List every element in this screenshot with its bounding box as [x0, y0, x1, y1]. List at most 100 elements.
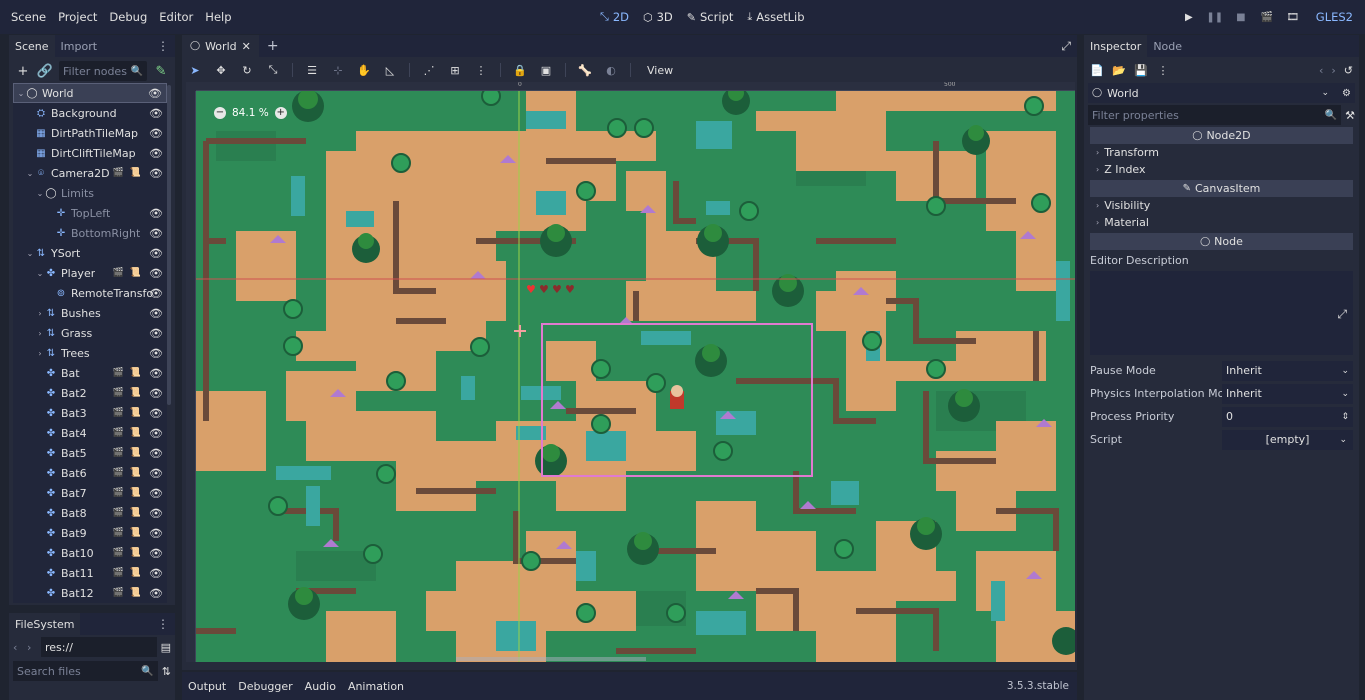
- script-icon[interactable]: 📜: [130, 588, 141, 598]
- tree-item-bat9[interactable]: ✤ Bat9 🎬 📜 👁: [13, 523, 167, 543]
- script-icon[interactable]: 📜: [130, 468, 141, 478]
- tree-item-bat2[interactable]: ✤ Bat2 🎬 📜 👁: [13, 383, 167, 403]
- add-node-icon[interactable]: +: [15, 63, 31, 79]
- tree-item-dirtpathtilemap[interactable]: ▦ DirtPathTileMap 👁: [13, 123, 167, 143]
- camera-override-icon[interactable]: ◐: [604, 63, 618, 77]
- visibility-eye-icon[interactable]: 👁: [149, 107, 163, 120]
- history-back-icon[interactable]: ‹: [1319, 64, 1323, 77]
- visibility-eye-icon[interactable]: 👁: [149, 307, 163, 320]
- pan-tool-icon[interactable]: ✋: [357, 63, 371, 77]
- more-options-icon[interactable]: ⋮: [1156, 63, 1170, 77]
- visibility-eye-icon[interactable]: 👁: [149, 387, 163, 400]
- zoom-in-icon[interactable]: +: [274, 107, 287, 119]
- search-files-input[interactable]: Search files 🔍: [13, 661, 158, 681]
- link-icon[interactable]: 🔗: [37, 63, 53, 79]
- chevron-down-icon[interactable]: ⌄: [25, 249, 35, 258]
- visibility-eye-icon[interactable]: 👁: [149, 227, 163, 240]
- rotate-tool-icon[interactable]: ↻: [240, 63, 254, 77]
- visibility-eye-icon[interactable]: 👁: [149, 507, 163, 520]
- fullscreen-icon[interactable]: ⤢: [1061, 39, 1071, 54]
- tab-audio[interactable]: Audio: [299, 680, 342, 693]
- open-resource-icon[interactable]: 📂: [1112, 63, 1126, 77]
- view-menu[interactable]: View: [643, 64, 677, 77]
- filter-nodes-input[interactable]: Filter nodes 🔍: [59, 61, 147, 81]
- scene-tree-scrollbar[interactable]: [167, 85, 171, 405]
- tree-item-bushes[interactable]: › ⇅ Bushes 👁: [13, 303, 167, 323]
- visibility-eye-icon[interactable]: 👁: [149, 407, 163, 420]
- renderer-select[interactable]: GLES2: [1316, 10, 1353, 24]
- save-resource-icon[interactable]: 💾: [1134, 63, 1148, 77]
- select-tool-icon[interactable]: ➤: [188, 63, 202, 77]
- chevron-right-icon[interactable]: ›: [35, 349, 45, 358]
- attach-script-icon[interactable]: ✎: [153, 63, 169, 79]
- visibility-eye-icon[interactable]: 👁: [149, 567, 163, 580]
- menu-dots-icon[interactable]: ⋮: [157, 39, 169, 53]
- instance-icon[interactable]: 🎬: [113, 588, 124, 598]
- new-resource-icon[interactable]: 📄: [1090, 63, 1104, 77]
- play-custom-scene-icon[interactable]: 🎞: [1286, 10, 1300, 24]
- tree-item-remotetransfo[interactable]: ⊚ RemoteTransfo 👁: [13, 283, 167, 303]
- chevron-down-icon[interactable]: ⌄: [25, 169, 35, 178]
- script-icon[interactable]: 📜: [130, 428, 141, 438]
- fs-path-input[interactable]: res://: [41, 637, 157, 657]
- chevron-right-icon[interactable]: ›: [35, 309, 45, 318]
- group-icon[interactable]: ▣: [539, 63, 553, 77]
- tree-item-bottomright[interactable]: ✛ BottomRight 👁: [13, 223, 167, 243]
- instance-icon[interactable]: 🎬: [113, 428, 124, 438]
- tree-item-world[interactable]: ⌄ ◯ World 👁: [13, 83, 167, 103]
- stop-icon[interactable]: ■: [1234, 10, 1248, 24]
- instance-icon[interactable]: 🎬: [113, 548, 124, 558]
- visibility-eye-icon[interactable]: 👁: [149, 427, 163, 440]
- visibility-eye-icon[interactable]: 👁: [149, 267, 163, 280]
- tab-debugger[interactable]: Debugger: [232, 680, 298, 693]
- tree-item-ysort[interactable]: ⌄ ⇅ YSort 👁: [13, 243, 167, 263]
- prop-value-spin[interactable]: 0 ⇕: [1222, 406, 1353, 427]
- canvas-viewport[interactable]: 0 500 ♥ ♥ ♥ ♥ − 84.1 % +: [186, 82, 1075, 662]
- mode-assetlib-button[interactable]: ⤓ AssetLib: [747, 10, 804, 24]
- prop-value-resource[interactable]: [empty] ⌄: [1222, 429, 1353, 450]
- tab-import[interactable]: Import: [55, 35, 104, 57]
- menu-help[interactable]: Help: [199, 10, 237, 24]
- chevron-right-icon[interactable]: ›: [35, 329, 45, 338]
- prop-value-select[interactable]: Inherit ⌄: [1222, 383, 1353, 404]
- visibility-eye-icon[interactable]: 👁: [149, 327, 163, 340]
- visibility-eye-icon[interactable]: 👁: [149, 587, 163, 600]
- history-forward-icon[interactable]: ›: [1331, 64, 1335, 77]
- visibility-eye-icon[interactable]: 👁: [149, 547, 163, 560]
- tree-item-bat11[interactable]: ✤ Bat11 🎬 📜 👁: [13, 563, 167, 583]
- visibility-eye-icon[interactable]: 👁: [149, 467, 163, 480]
- chevron-down-icon[interactable]: ⌄: [35, 189, 45, 198]
- play-scene-icon[interactable]: 🎬: [1260, 10, 1274, 24]
- tree-item-dirtclifttilemap[interactable]: ▦ DirtCliftTileMap 👁: [13, 143, 167, 163]
- script-icon[interactable]: 📜: [130, 488, 141, 498]
- tree-item-grass[interactable]: › ⇅ Grass 👁: [13, 323, 167, 343]
- tree-item-bat3[interactable]: ✤ Bat3 🎬 📜 👁: [13, 403, 167, 423]
- tree-item-background[interactable]: ⛭ Background 👁: [13, 103, 167, 123]
- instance-icon[interactable]: 🎬: [113, 528, 124, 538]
- script-icon[interactable]: 📜: [130, 548, 141, 558]
- zoom-out-icon[interactable]: −: [214, 107, 226, 119]
- object-selector[interactable]: ◯ World ⌄ ⚙: [1088, 83, 1355, 103]
- instance-icon[interactable]: 🎬: [113, 508, 124, 518]
- script-icon[interactable]: 📜: [130, 448, 141, 458]
- skeleton-icon[interactable]: 🦴: [578, 63, 592, 77]
- script-icon[interactable]: 📜: [130, 168, 141, 178]
- instance-icon[interactable]: 🎬: [113, 488, 124, 498]
- chevron-down-icon[interactable]: ⌄: [35, 269, 45, 278]
- menu-dots-icon[interactable]: ⋮: [157, 617, 169, 631]
- script-icon[interactable]: 📜: [130, 568, 141, 578]
- tree-item-player[interactable]: ⌄ ✤ Player 🎬 📜 👁: [13, 263, 167, 283]
- tree-item-topleft[interactable]: ✛ TopLeft 👁: [13, 203, 167, 223]
- list-select-icon[interactable]: ☰: [305, 63, 319, 77]
- script-icon[interactable]: 📜: [130, 508, 141, 518]
- game-map[interactable]: ♥ ♥ ♥ ♥ − 84.1 % +: [196, 91, 1075, 662]
- tab-filesystem[interactable]: FileSystem: [9, 613, 81, 635]
- section-zindex[interactable]: › Z Index: [1090, 161, 1353, 178]
- visibility-eye-icon[interactable]: 👁: [149, 367, 163, 380]
- tree-item-camera2d[interactable]: ⌄ ⌾ Camera2D 🎬 📜 👁: [13, 163, 167, 183]
- smart-snap-icon[interactable]: ⋰: [422, 63, 436, 77]
- tab-node[interactable]: Node: [1147, 35, 1188, 57]
- mode-script-button[interactable]: ✎ Script: [687, 10, 734, 24]
- script-icon[interactable]: 📜: [130, 408, 141, 418]
- zoom-level[interactable]: 84.1 %: [232, 107, 269, 119]
